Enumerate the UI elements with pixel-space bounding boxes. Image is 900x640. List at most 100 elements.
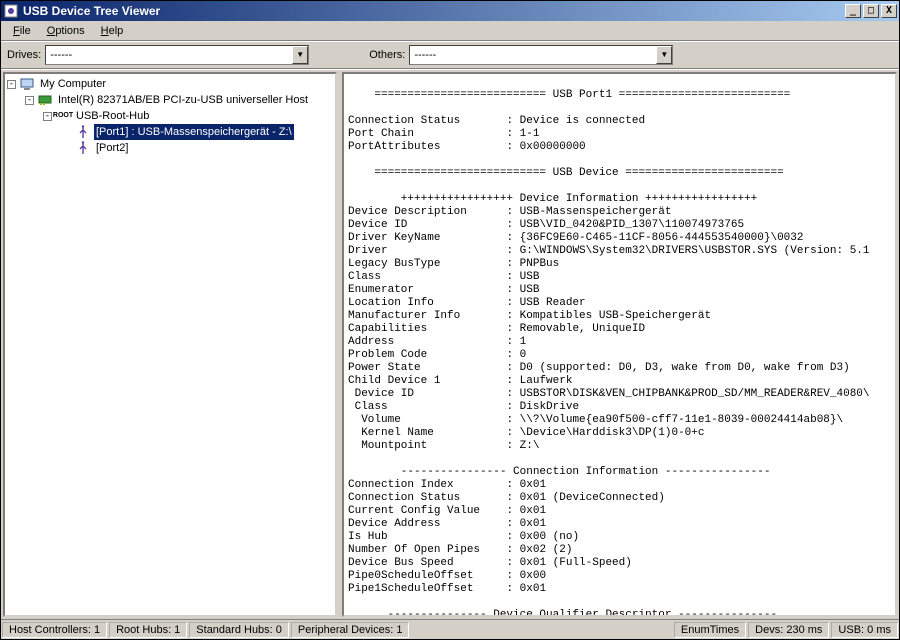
field-label: Child Device 1 (348, 375, 506, 387)
tree-label: My Computer (38, 76, 108, 92)
usb-port-icon (75, 140, 91, 156)
close-button[interactable]: X (881, 4, 897, 18)
field-value: : 0x00 (506, 570, 546, 582)
field-label: Pipe0ScheduleOffset (348, 570, 506, 582)
collapse-icon[interactable]: - (7, 80, 16, 89)
field-value: : 1-1 (506, 128, 539, 140)
field-label: Device Address (348, 518, 506, 530)
drives-dropdown[interactable]: ------ ▼ (45, 45, 309, 65)
field-label: Driver (348, 245, 506, 257)
field-value: : Laufwerk (506, 375, 572, 387)
field-label: Device ID (348, 388, 506, 400)
tree-row-port2[interactable]: [Port2] (61, 140, 333, 156)
tree-label: [Port1] : USB-Massenspeichergerät - Z:\ (94, 124, 294, 140)
field-label: Driver KeyName (348, 232, 506, 244)
section-header: ---------------- Connection Information … (348, 466, 770, 478)
tree-label: Intel(R) 82371AB/EB PCI-zu-USB universel… (56, 92, 310, 108)
field-label: Location Info (348, 297, 506, 309)
field-value: : 0x02 (2) (506, 544, 572, 556)
status-host-controllers: Host Controllers: 1 (2, 622, 107, 638)
field-label: Mountpoint (348, 440, 506, 452)
splitter[interactable] (338, 70, 341, 619)
field-value: : D0 (supported: D0, D3, wake from D0, w… (506, 362, 849, 374)
field-value: : 0x01 (506, 583, 546, 595)
field-value: : 0x01 (506, 518, 546, 530)
collapse-icon[interactable]: - (43, 112, 52, 121)
section-header: +++++++++++++++++ Device Information +++… (348, 193, 757, 205)
section-header: ========================== USB Port1 ===… (348, 89, 790, 101)
window-title: USB Device Tree Viewer (23, 4, 845, 18)
field-label: Legacy BusType (348, 258, 506, 270)
field-label: Device Description (348, 206, 506, 218)
detail-pane[interactable]: ========================== USB Port1 ===… (342, 72, 897, 617)
field-value: : USB (506, 271, 539, 283)
app-icon (3, 3, 19, 19)
field-label: Connection Status (348, 115, 506, 127)
drives-label: Drives: (7, 49, 41, 61)
field-label: Port Chain (348, 128, 506, 140)
field-label: Class (348, 401, 506, 413)
chevron-down-icon[interactable]: ▼ (656, 46, 672, 64)
field-label: Is Hub (348, 531, 506, 543)
field-value: : Removable, UniqueID (506, 323, 645, 335)
tree-label: [Port2] (94, 140, 130, 156)
field-value: : Kompatibles USB-Speichergerät (506, 310, 711, 322)
field-label: Capabilities (348, 323, 506, 335)
chevron-down-icon[interactable]: ▼ (292, 46, 308, 64)
menu-options[interactable]: Options (39, 23, 93, 39)
status-standard-hubs: Standard Hubs: 0 (189, 622, 289, 638)
field-label: Address (348, 336, 506, 348)
field-value: : \\?\Volume{ea90f500-cff7-11e1-8039-000… (506, 414, 843, 426)
status-bar: Host Controllers: 1 Root Hubs: 1 Standar… (1, 619, 899, 639)
menu-file[interactable]: File (5, 23, 39, 39)
field-value: : 0x01 (Full-Speed) (506, 557, 631, 569)
main-window: USB Device Tree Viewer _ □ X File Option… (0, 0, 900, 640)
field-value: : USB\VID_0420&PID_1307\110074973765 (506, 219, 744, 231)
usb-device-icon (75, 124, 91, 140)
field-label: Kernel Name (348, 427, 506, 439)
field-value: : G:\WINDOWS\System32\DRIVERS\USBSTOR.SY… (506, 245, 869, 257)
field-label: Current Config Value (348, 505, 506, 517)
field-label: Device ID (348, 219, 506, 231)
field-value: : 1 (506, 336, 526, 348)
field-value: : 0 (506, 349, 526, 361)
field-label: Power State (348, 362, 506, 374)
tree-row-port1[interactable]: [Port1] : USB-Massenspeichergerät - Z:\ (61, 124, 333, 140)
status-root-hubs: Root Hubs: 1 (109, 622, 187, 638)
others-value: ------ (414, 49, 436, 61)
menu-help[interactable]: Help (93, 23, 132, 39)
field-value: : USBSTOR\DISK&VEN_CHIPBANK&PROD_SD/MM_R… (506, 388, 869, 400)
field-value: : 0x00 (no) (506, 531, 579, 543)
field-label: Pipe1ScheduleOffset (348, 583, 506, 595)
field-label: Connection Status (348, 492, 506, 504)
others-dropdown[interactable]: ------ ▼ (409, 45, 673, 65)
field-label: Class (348, 271, 506, 283)
computer-icon (19, 76, 35, 92)
field-value: : DiskDrive (506, 401, 579, 413)
tree-row-host-controller[interactable]: - Intel(R) 82371AB/EB PCI-zu-USB univers… (25, 92, 333, 108)
root-hub-icon: ROOT (55, 108, 71, 124)
field-label: PortAttributes (348, 141, 506, 153)
tree-row-my-computer[interactable]: - My Computer (7, 76, 333, 92)
client-area: - My Computer - Intel(R) 82371AB/EB PCI-… (1, 69, 899, 619)
field-value: : USB (506, 284, 539, 296)
field-label: Manufacturer Info (348, 310, 506, 322)
collapse-icon[interactable]: - (25, 96, 34, 105)
tree-pane[interactable]: - My Computer - Intel(R) 82371AB/EB PCI-… (3, 72, 337, 617)
toolbar: Drives: ------ ▼ Others: ------ ▼ (1, 41, 899, 69)
maximize-button[interactable]: □ (863, 4, 879, 18)
pci-card-icon (37, 92, 53, 108)
field-label: Device Bus Speed (348, 557, 506, 569)
minimize-button[interactable]: _ (845, 4, 861, 18)
field-value: : 0x01 (506, 505, 546, 517)
field-label: Number Of Open Pipes (348, 544, 506, 556)
drives-value: ------ (50, 49, 72, 61)
field-value: : USB Reader (506, 297, 585, 309)
field-value: : 0x00000000 (506, 141, 585, 153)
field-label: Problem Code (348, 349, 506, 361)
tree-row-root-hub[interactable]: - ROOT USB-Root-Hub (43, 108, 333, 124)
status-enumtimes: EnumTimes (674, 622, 746, 638)
title-bar: USB Device Tree Viewer _ □ X (1, 1, 899, 21)
field-value: : {36FC9E60-C465-11CF-8056-444553540000}… (506, 232, 803, 244)
status-peripheral-devices: Peripheral Devices: 1 (291, 622, 410, 638)
